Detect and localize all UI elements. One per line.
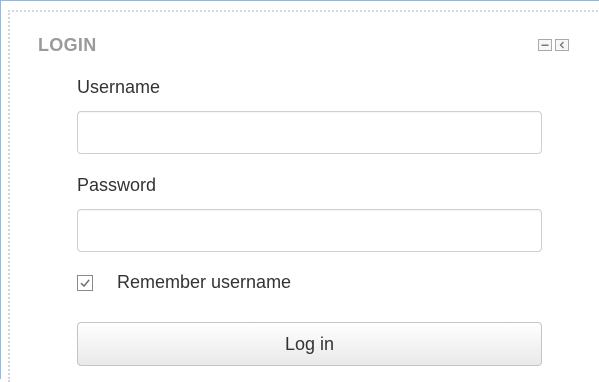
username-label: Username: [77, 77, 161, 97]
remember-username-checkbox[interactable]: [77, 274, 93, 291]
remember-username-row[interactable]: Remember username: [77, 272, 291, 293]
checkmark-icon: [80, 278, 90, 287]
block-title: LOGIN: [38, 35, 97, 55]
password-label: Password: [77, 175, 157, 195]
page-frame: LOGIN Username Password Remember usernam…: [0, 0, 599, 382]
username-input[interactable]: [77, 111, 542, 154]
block-controls: [538, 39, 569, 51]
password-input[interactable]: [77, 209, 542, 252]
remember-username-label: Remember username: [117, 272, 292, 292]
dock-icon[interactable]: [555, 39, 569, 51]
login-button[interactable]: Log in: [77, 322, 542, 366]
minimize-icon[interactable]: [538, 39, 552, 51]
chevron-left-icon: [559, 41, 564, 49]
minimize-glyph: [541, 44, 549, 46]
